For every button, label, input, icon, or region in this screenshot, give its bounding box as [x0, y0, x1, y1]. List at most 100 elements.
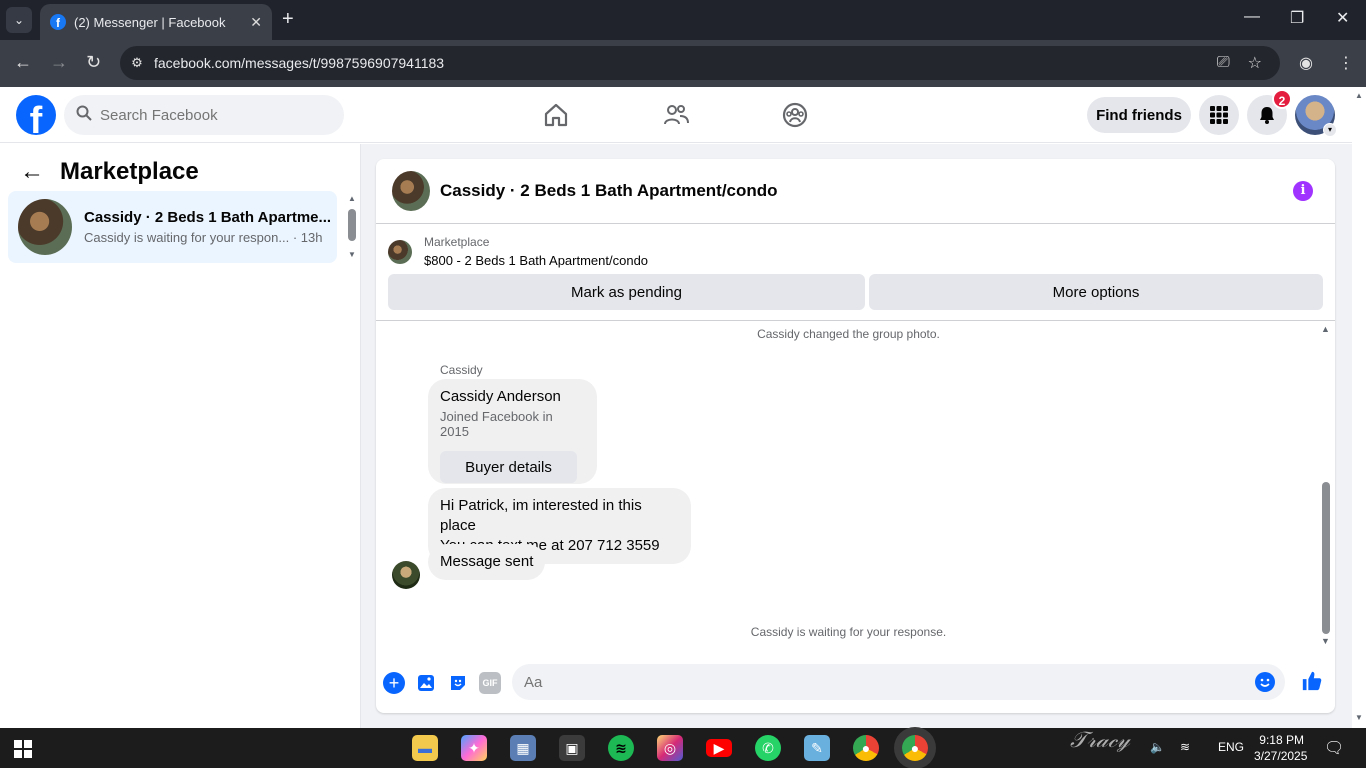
- scroll-up-icon[interactable]: ▲: [1355, 91, 1363, 100]
- plus-icon[interactable]: +: [383, 672, 405, 694]
- profile-card-joined: Joined Facebook in 2015: [440, 409, 553, 439]
- sidebar-title: Marketplace: [60, 158, 199, 185]
- url-text: facebook.com/messages/t/9987596907941183: [154, 55, 445, 71]
- windows-start-icon[interactable]: [14, 740, 32, 758]
- sender-name: Cassidy: [440, 363, 483, 377]
- conversation-item-cassidy[interactable]: Cassidy · 2 Beds 1 Bath Apartme... Cassi…: [8, 191, 337, 263]
- chevron-down-icon: ▾: [1323, 123, 1337, 137]
- file-explorer-icon[interactable]: ▬: [412, 735, 438, 761]
- sidebar-scroll-thumb[interactable]: [348, 209, 356, 241]
- photo-icon[interactable]: [415, 672, 437, 694]
- menu-grid-icon[interactable]: [1199, 95, 1239, 135]
- chat-panel: Cassidy · 2 Beds 1 Bath Apartment/condo …: [376, 159, 1335, 713]
- volume-icon[interactable]: 🔈: [1150, 740, 1165, 754]
- instagram-icon[interactable]: ◎: [657, 735, 683, 761]
- restore-icon[interactable]: ❐: [1290, 8, 1304, 28]
- listing-thumbnail: [388, 239, 412, 264]
- divider: [376, 320, 1335, 321]
- browser-tab-messenger[interactable]: f (2) Messenger | Facebook ✕: [40, 4, 272, 40]
- mark-as-pending-button[interactable]: Mark as pending: [388, 274, 865, 310]
- paint-app-icon[interactable]: ✎: [804, 735, 830, 761]
- copilot-icon[interactable]: ✦: [461, 735, 487, 761]
- language-indicator[interactable]: ENG: [1218, 740, 1244, 754]
- marketplace-listing[interactable]: Marketplace $800 - 2 Beds 1 Bath Apartme…: [388, 235, 648, 268]
- chat-title[interactable]: Cassidy · 2 Beds 1 Bath Apartment/condo: [440, 181, 778, 201]
- scroll-up-icon[interactable]: ▲: [348, 194, 356, 203]
- scroll-down-icon[interactable]: ▼: [1321, 636, 1330, 646]
- friends-icon[interactable]: [662, 101, 690, 129]
- listing-price-title: $800 - 2 Beds 1 Bath Apartment/condo: [424, 253, 649, 268]
- minimize-icon[interactable]: —: [1244, 8, 1260, 26]
- message-line: Hi Patrick, im interested in this place: [440, 497, 642, 534]
- thumbs-up-icon[interactable]: [1301, 670, 1323, 692]
- account-avatar[interactable]: ▾: [1295, 95, 1337, 137]
- facebook-favicon-icon: f: [50, 14, 66, 30]
- emoji-icon[interactable]: [1255, 672, 1275, 692]
- scroll-down-icon[interactable]: ▼: [348, 250, 356, 259]
- groups-icon[interactable]: [781, 101, 809, 129]
- windows-taskbar: ▬ ✦ ▦ ▣ ≋ ◎ ▶ ✆ ✎ ● ● 𝒯𝓇𝒶𝒸𝓎 🔈 ≋ ENG 9:18…: [0, 728, 1366, 768]
- clock-time: 9:18 PM: [1259, 733, 1304, 747]
- facebook-logo-icon[interactable]: f: [16, 95, 56, 135]
- tab-search-icon[interactable]: ⌄: [6, 7, 32, 33]
- scroll-down-icon[interactable]: ▼: [1355, 713, 1363, 722]
- chrome-active-icon[interactable]: ●: [902, 735, 928, 761]
- signature-watermark: 𝒯𝓇𝒶𝒸𝓎: [1070, 728, 1130, 753]
- install-app-icon[interactable]: ⎚: [1217, 54, 1230, 72]
- buyer-details-button[interactable]: Buyer details: [440, 451, 577, 483]
- tab-title: (2) Messenger | Facebook: [74, 14, 226, 30]
- conversation-title: Cassidy · 2 Beds 1 Bath Apartme...: [84, 209, 332, 226]
- browser-tab-strip: ⌄ f (2) Messenger | Facebook ✕ + — ❐ ✕: [0, 0, 1366, 40]
- new-tab-icon[interactable]: +: [282, 9, 294, 29]
- youtube-icon[interactable]: ▶: [706, 739, 732, 757]
- listing-label: Marketplace: [424, 235, 490, 249]
- message-input-box[interactable]: [512, 664, 1285, 700]
- network-icon[interactable]: ≋: [1180, 740, 1190, 754]
- sidebar-header: ← Marketplace: [20, 158, 199, 186]
- back-arrow-icon[interactable]: ←: [20, 158, 44, 186]
- info-icon[interactable]: i: [1293, 181, 1313, 201]
- close-window-icon[interactable]: ✕: [1336, 8, 1349, 28]
- more-options-button[interactable]: More options: [869, 274, 1323, 310]
- calculator-app-icon[interactable]: ▦: [510, 735, 536, 761]
- facebook-header: f Find friends 2 ▾: [0, 87, 1352, 143]
- conversation-avatar: [18, 199, 72, 255]
- whatsapp-icon[interactable]: ✆: [755, 735, 781, 761]
- search-box[interactable]: [64, 95, 344, 135]
- message-line: Message sent: [440, 553, 534, 570]
- find-friends-button[interactable]: Find friends: [1087, 97, 1191, 133]
- sender-avatar[interactable]: [392, 561, 420, 589]
- reload-icon[interactable]: ↻: [86, 52, 101, 73]
- notifications-badge: 2: [1272, 89, 1292, 109]
- site-info-icon[interactable]: ⚙: [120, 55, 154, 71]
- page-scrollbar[interactable]: ▲ ▼: [1352, 87, 1366, 728]
- taskbar-clock[interactable]: 9:18 PM 3/27/2025: [1254, 732, 1308, 764]
- menu-kebab-icon[interactable]: ⋮: [1338, 53, 1354, 73]
- address-bar[interactable]: ⚙ facebook.com/messages/t/99875969079411…: [120, 46, 1280, 80]
- notification-center-icon[interactable]: 🗨: [1324, 738, 1344, 758]
- chat-scroll-thumb[interactable]: [1322, 482, 1330, 634]
- browser-toolbar: ← → ↻ ⚙ facebook.com/messages/t/99875969…: [0, 40, 1366, 87]
- message-input[interactable]: [524, 673, 1224, 691]
- spotify-icon[interactable]: ≋: [608, 735, 634, 761]
- bookmark-star-icon[interactable]: ☆: [1248, 53, 1262, 73]
- gif-icon[interactable]: GIF: [479, 672, 501, 694]
- sticker-icon[interactable]: [447, 672, 469, 694]
- close-tab-icon[interactable]: ✕: [250, 14, 262, 31]
- back-icon[interactable]: ←: [14, 52, 32, 73]
- chat-avatar[interactable]: [392, 171, 430, 211]
- microsoft-store-icon[interactable]: ▣: [559, 735, 585, 761]
- scroll-up-icon[interactable]: ▲: [1321, 324, 1330, 334]
- chat-header: Cassidy · 2 Beds 1 Bath Apartment/condo …: [376, 159, 1335, 224]
- conversation-preview: Cassidy is waiting for your respon... · …: [84, 230, 323, 245]
- sidebar-scrollbar[interactable]: ▲ ▼: [345, 194, 359, 260]
- profile-card-name: Cassidy Anderson: [440, 388, 561, 405]
- message-bubble[interactable]: Message sent: [428, 544, 546, 580]
- forward-icon[interactable]: →: [50, 52, 68, 73]
- chat-scrollbar[interactable]: ▲ ▼: [1319, 324, 1333, 649]
- home-icon[interactable]: [542, 101, 570, 129]
- chrome-icon[interactable]: ●: [853, 735, 879, 761]
- profile-icon[interactable]: ◉: [1299, 53, 1313, 73]
- search-input[interactable]: [100, 106, 320, 124]
- clock-date: 3/27/2025: [1254, 749, 1308, 763]
